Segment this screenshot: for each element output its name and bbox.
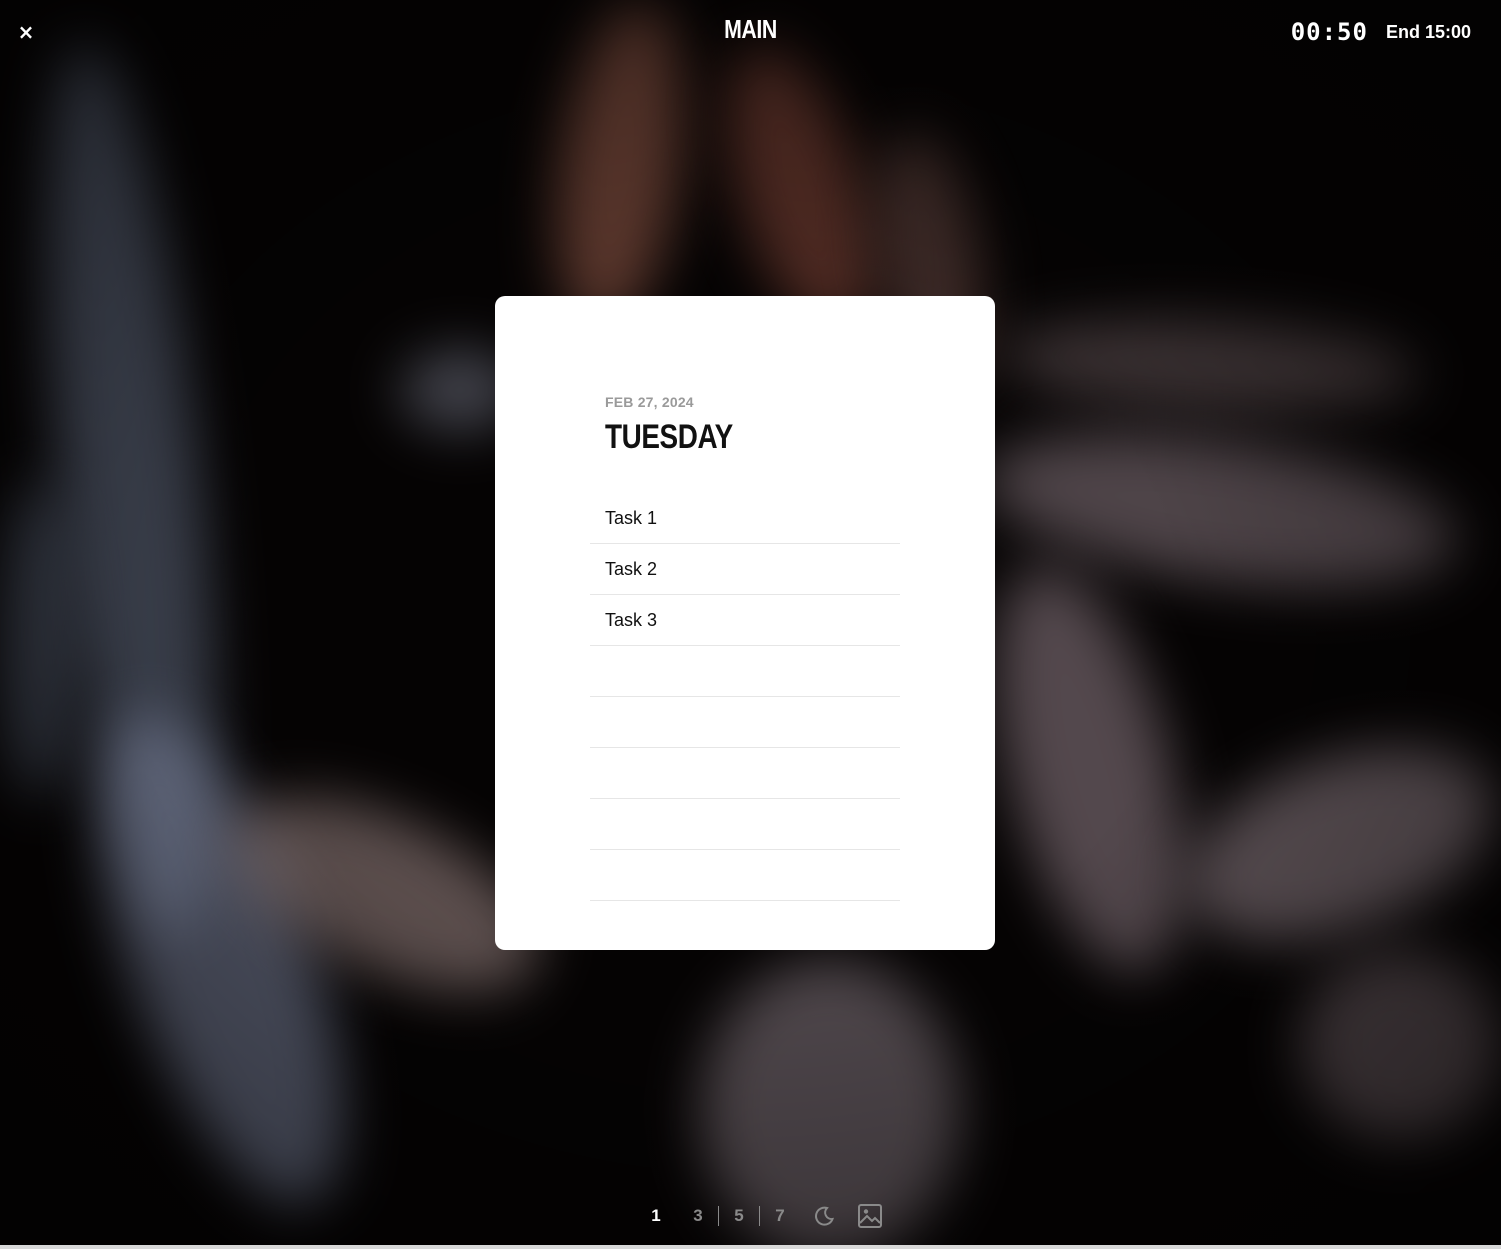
moon-icon[interactable] <box>807 1199 841 1233</box>
page-title: MAIN <box>724 14 777 44</box>
task-row[interactable] <box>590 748 900 799</box>
close-icon[interactable]: × <box>14 18 38 46</box>
option-5[interactable]: 5 <box>724 1206 754 1226</box>
divider <box>759 1206 760 1226</box>
divider <box>718 1206 719 1226</box>
image-icon[interactable] <box>853 1199 887 1233</box>
task-row[interactable]: Task 1 <box>590 493 900 544</box>
task-row[interactable]: Task 3 <box>590 595 900 646</box>
option-3[interactable]: 3 <box>683 1206 713 1226</box>
option-1[interactable]: 1 <box>641 1206 671 1226</box>
task-text: Task 2 <box>605 558 658 579</box>
task-row[interactable] <box>590 646 900 697</box>
timer-group: 00:50 End 15:00 <box>1291 18 1471 46</box>
bottom-strip <box>0 1245 1501 1249</box>
task-row[interactable] <box>590 799 900 850</box>
card-date: FEB 27, 2024 <box>605 394 694 410</box>
task-list: Task 1 Task 2 Task 3 <box>590 493 900 901</box>
end-time-label: End 15:00 <box>1385 21 1471 42</box>
task-text: Task 1 <box>605 507 658 528</box>
app-window: × MAIN 00:50 End 15:00 FEB 27, 2024 TUES… <box>0 0 1501 1249</box>
card-day-title: TUESDAY <box>605 418 733 456</box>
day-card: FEB 27, 2024 TUESDAY Task 1 Task 2 Task … <box>495 296 995 950</box>
task-row[interactable]: Task 2 <box>590 544 900 595</box>
task-text: Task 3 <box>605 609 658 630</box>
option-7[interactable]: 7 <box>765 1206 795 1226</box>
task-row[interactable] <box>590 850 900 901</box>
timer-display[interactable]: 00:50 <box>1291 18 1368 46</box>
bottom-toolbar: 1 3 5 7 <box>0 1179 1501 1249</box>
task-row[interactable] <box>590 697 900 748</box>
